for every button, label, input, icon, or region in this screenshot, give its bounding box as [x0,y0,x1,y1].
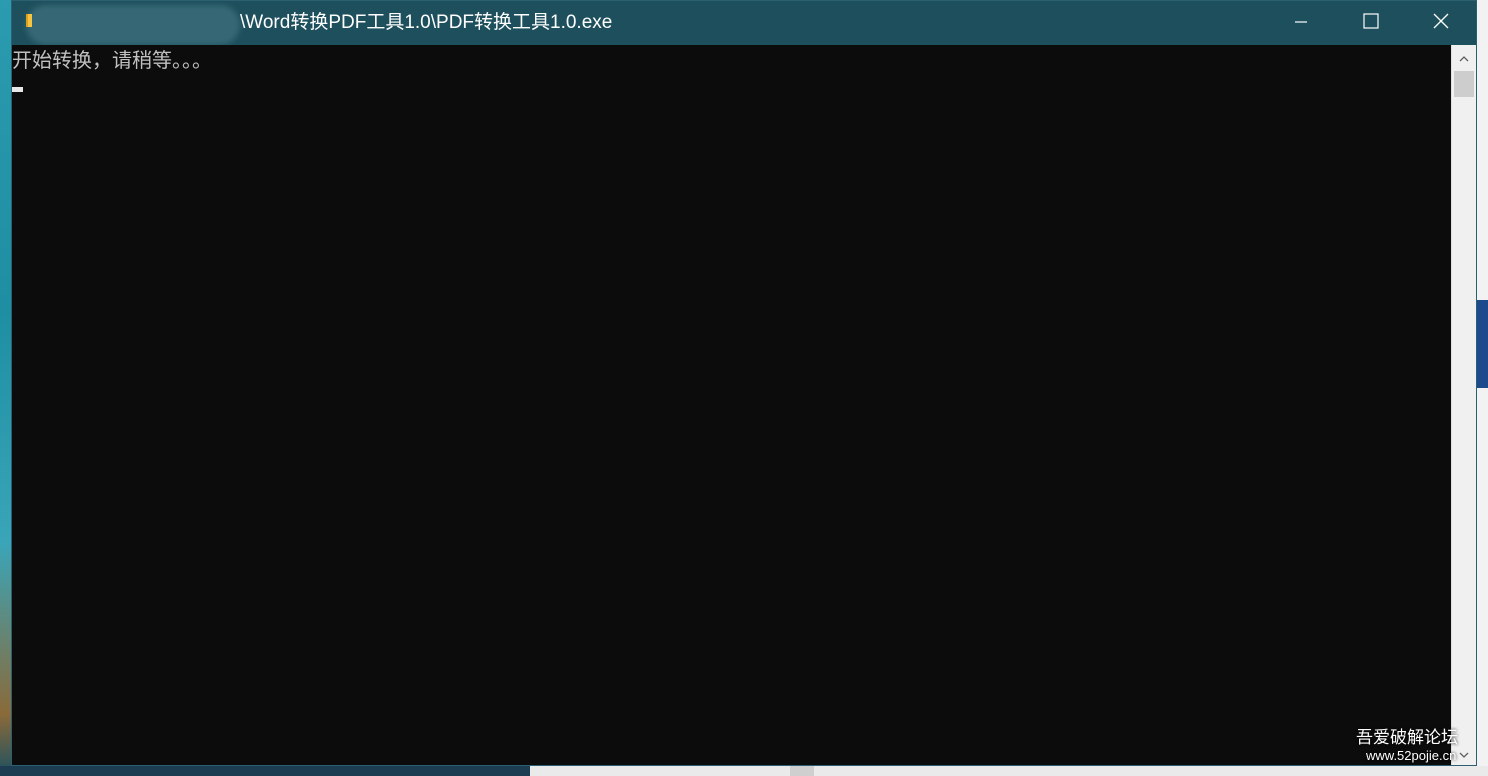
window-title: \Word转换PDF工具1.0\PDF转换工具1.0.exe [240,12,613,33]
watermark: 吾爱破解论坛 www.52pojie.cn [1356,728,1476,764]
folder-exe-icon [24,13,36,29]
watermark-title: 吾爱破解论坛 [1356,728,1458,748]
text-cursor [12,87,23,92]
title-bar[interactable]: \Word转换PDF工具1.0\PDF转换工具1.0.exe [12,1,1476,45]
background-window-edge [1476,0,1488,776]
console-output-area[interactable]: 开始转换，请稍等。。。 [12,45,1451,765]
watermark-url: www.52pojie.cn [1366,748,1457,763]
vertical-scrollbar[interactable] [1451,45,1476,765]
close-icon [1433,13,1449,33]
maximize-icon [1363,13,1379,33]
scrollbar-thumb[interactable] [1454,71,1474,97]
chevron-up-icon [1459,48,1469,67]
redacted-path-blur [26,5,240,45]
background-grey-region [790,766,814,776]
close-button[interactable] [1406,1,1476,45]
minimize-icon [1294,14,1308,33]
maximize-button[interactable] [1336,1,1406,45]
console-window: \Word转换PDF工具1.0\PDF转换工具1.0.exe 开始转换，请稍等。… [11,0,1477,766]
background-dark-region [0,766,530,776]
scroll-up-button[interactable] [1452,45,1476,69]
desktop-background: \Word转换PDF工具1.0\PDF转换工具1.0.exe 开始转换，请稍等。… [0,0,1488,776]
console-line: 开始转换，请稍等。。。 [12,48,212,72]
minimize-button[interactable] [1266,1,1336,45]
background-taskbar-edge [0,766,1488,776]
background-window-strip [1477,300,1488,388]
